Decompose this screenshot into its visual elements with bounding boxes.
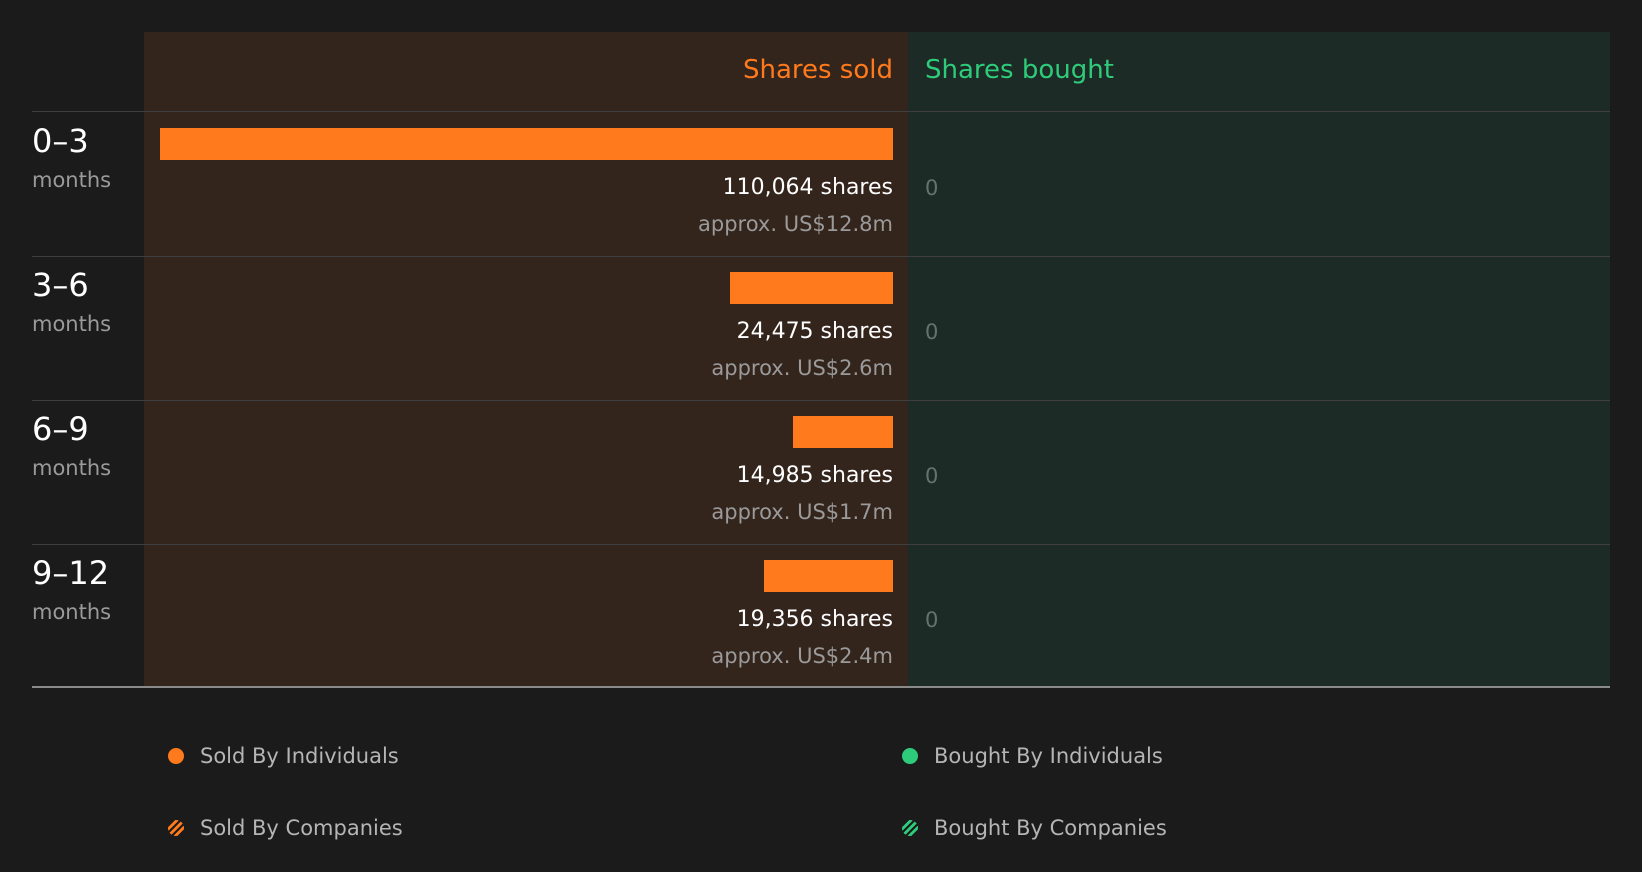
row-range: 6–9 bbox=[32, 410, 89, 448]
bought-value-label: 0 bbox=[925, 608, 939, 632]
row-unit: months bbox=[32, 168, 112, 192]
shares-sold-header: Shares sold bbox=[742, 55, 893, 85]
row-divider bbox=[32, 400, 1610, 401]
chart-bottom-axis bbox=[32, 686, 1610, 688]
legend-label: Sold By Individuals bbox=[200, 744, 399, 768]
row-label-6-9: 6–9 months bbox=[32, 409, 111, 483]
hatched-dot-icon bbox=[168, 820, 184, 836]
sold-value-label: approx. US$12.8m bbox=[698, 212, 893, 236]
bought-value-label: 0 bbox=[925, 176, 939, 200]
row-unit: months bbox=[32, 312, 112, 336]
row-label-0-3: 0–3 months bbox=[32, 121, 111, 195]
legend-bought-by-individuals: Bought By Individuals bbox=[902, 741, 1163, 771]
row-range: 3–6 bbox=[32, 266, 89, 304]
sold-value-label: approx. US$2.4m bbox=[711, 644, 893, 668]
sold-value-label: approx. US$1.7m bbox=[711, 500, 893, 524]
legend-bought-by-companies: Bought By Companies bbox=[902, 813, 1167, 843]
legend-label: Sold By Companies bbox=[200, 816, 403, 840]
sold-value-label: approx. US$2.6m bbox=[711, 356, 893, 380]
legend-label: Bought By Individuals bbox=[934, 744, 1163, 768]
bought-value-label: 0 bbox=[925, 464, 939, 488]
row-divider bbox=[32, 256, 1610, 257]
sold-shares-label: 110,064 shares bbox=[722, 175, 893, 200]
shares-bought-panel bbox=[908, 32, 1610, 687]
row-range: 9–12 bbox=[32, 554, 110, 592]
insider-trading-chart: Shares sold Shares bought 0–3 months 110… bbox=[0, 0, 1642, 872]
row-label-9-12: 9–12 months bbox=[32, 553, 111, 627]
sold-bar-9-12 bbox=[764, 560, 893, 592]
legend-label: Bought By Companies bbox=[934, 816, 1167, 840]
row-divider bbox=[32, 544, 1610, 545]
hatched-dot-icon bbox=[902, 820, 918, 836]
header-divider bbox=[32, 111, 1610, 112]
row-label-3-6: 3–6 months bbox=[32, 265, 111, 339]
solid-dot-icon bbox=[168, 748, 184, 764]
sold-shares-label: 24,475 shares bbox=[736, 319, 893, 344]
legend-sold-by-individuals: Sold By Individuals bbox=[168, 741, 399, 771]
row-unit: months bbox=[32, 456, 112, 480]
sold-bar-6-9 bbox=[793, 416, 893, 448]
solid-dot-icon bbox=[902, 748, 918, 764]
bought-value-label: 0 bbox=[925, 320, 939, 344]
sold-bar-0-3 bbox=[160, 128, 893, 160]
legend-sold-by-companies: Sold By Companies bbox=[168, 813, 403, 843]
shares-bought-header: Shares bought bbox=[925, 55, 1114, 85]
row-range: 0–3 bbox=[32, 122, 89, 160]
sold-shares-label: 14,985 shares bbox=[736, 463, 893, 488]
sold-bar-3-6 bbox=[730, 272, 893, 304]
sold-shares-label: 19,356 shares bbox=[736, 607, 893, 632]
row-unit: months bbox=[32, 600, 112, 624]
